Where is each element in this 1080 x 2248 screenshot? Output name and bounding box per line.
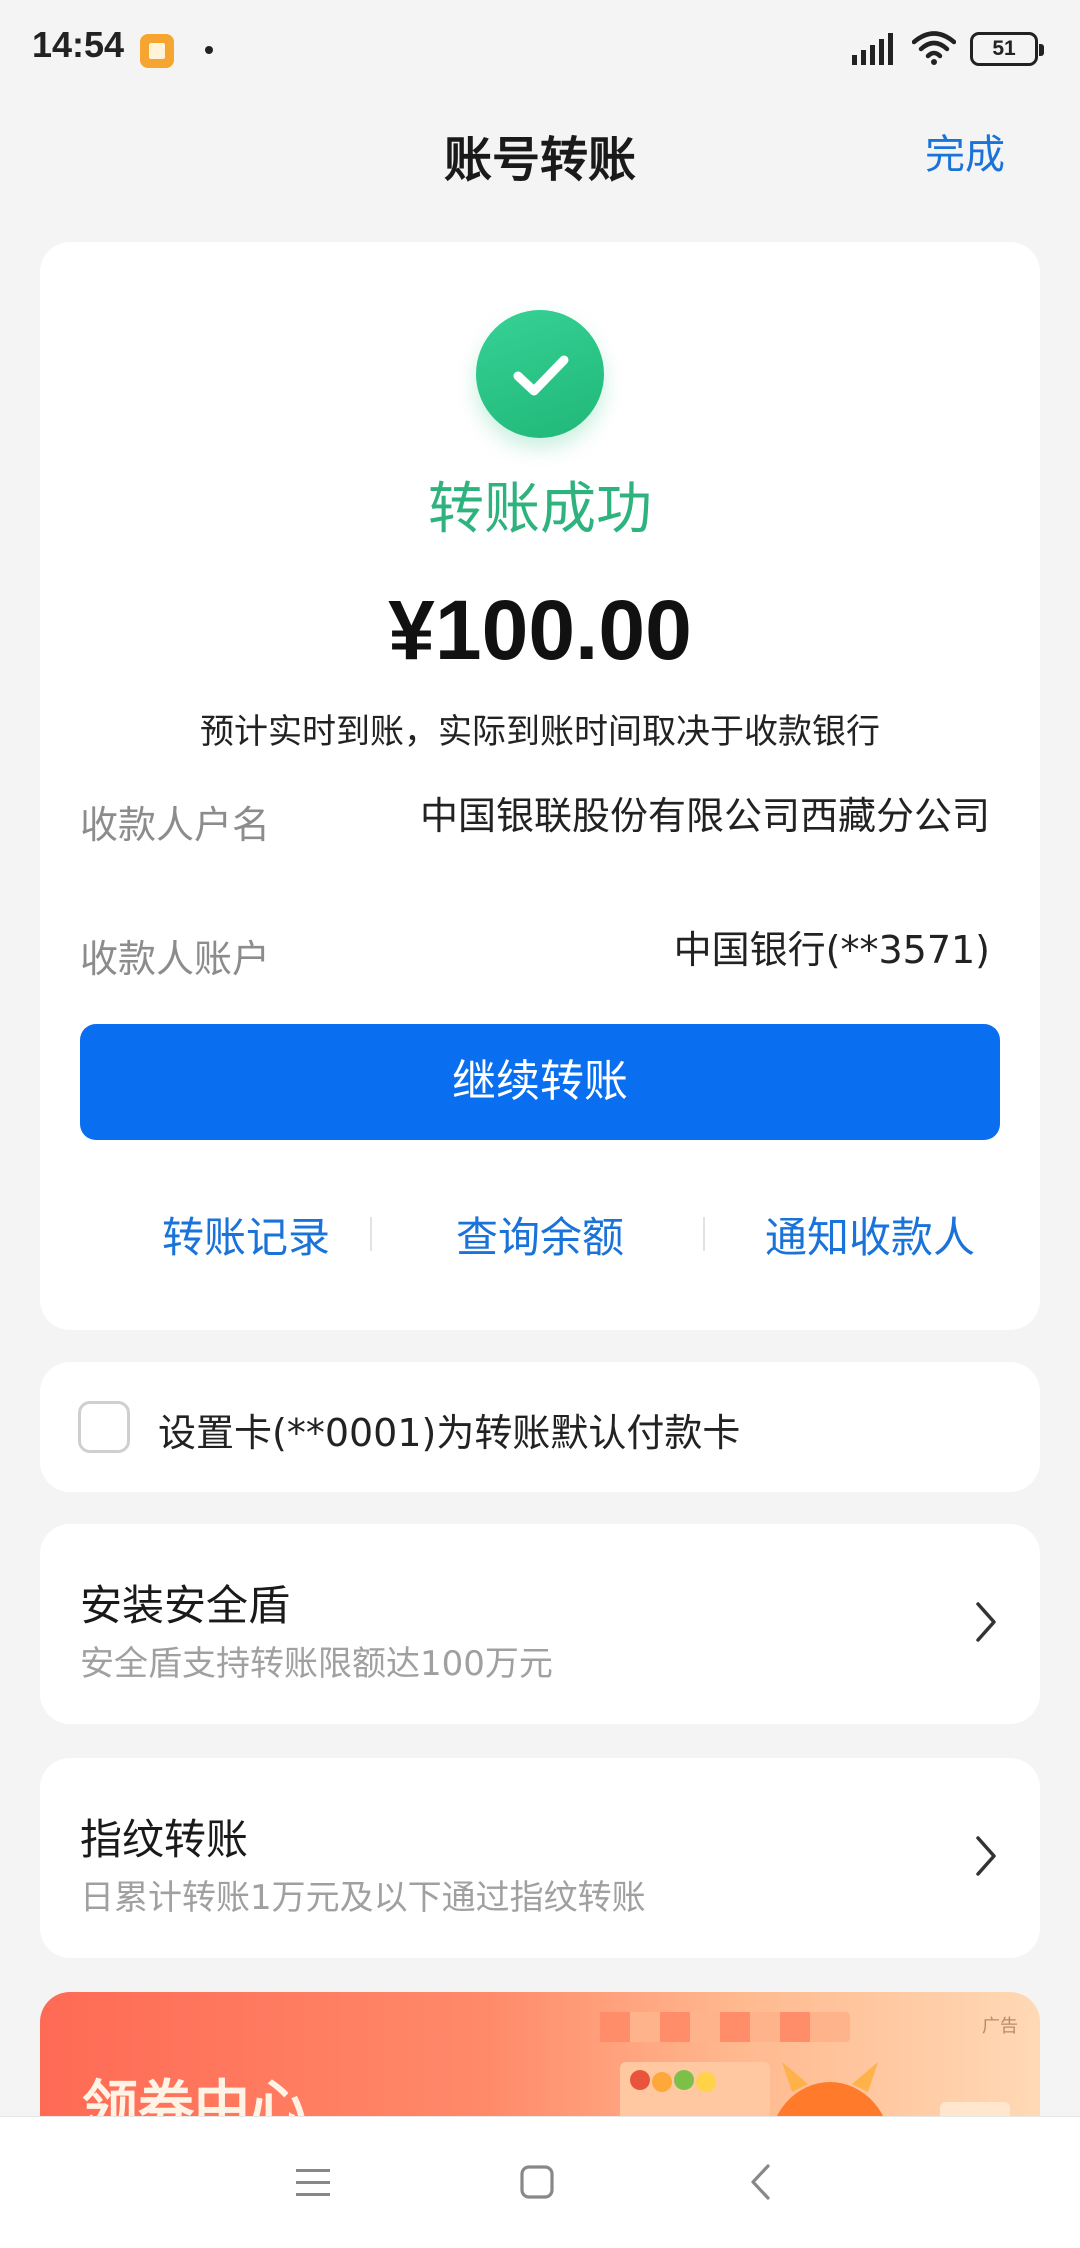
payee-name-value: 中国银联股份有限公司西藏分公司 [419,794,990,838]
status-time: 14:54 [32,24,125,65]
continue-transfer-button[interactable]: 继续转账 [80,1024,1000,1140]
transfer-amount: ¥100.00 [388,583,692,677]
feature-subtitle: 日累计转账1万元及以下通过指纹转账 [80,1878,646,1918]
home-icon[interactable] [520,2165,554,2199]
fingerprint-transfer-row[interactable]: 指纹转账 日累计转账1万元及以下通过指纹转账 [40,1758,1040,1958]
payee-name-label: 收款人户名 [80,803,271,847]
header: 账号转账 完成 [0,100,1080,200]
system-nav-bar [0,2116,1080,2248]
page-title: 账号转账 [443,132,636,188]
menu-icon[interactable] [296,2167,330,2199]
link-divider [370,1217,372,1251]
chevron-right-icon [976,1602,996,1642]
feature-title: 指纹转账 [80,1815,249,1864]
transfer-records-link[interactable]: 转账记录 [96,1204,396,1265]
success-status-text: 转账成功 [428,477,652,542]
install-security-shield-row[interactable]: 安装安全盾 安全盾支持转账限额达100万元 [40,1524,1040,1724]
transfer-result-card: 转账成功 ¥100.00 预计实时到账，实际到账时间取决于收款银行 收款人户名 … [40,242,1040,1330]
status-bar: 14:54 51 [0,0,1080,100]
notification-dot [205,46,213,54]
success-check-icon [476,310,604,438]
app-notification-icon [140,34,174,68]
default-card-text: 设置卡(**0001)为转账默认付款卡 [158,1411,741,1455]
default-card-option: 设置卡(**0001)为转账默认付款卡 [40,1362,1040,1492]
arrival-note: 预计实时到账，实际到账时间取决于收款银行 [200,712,880,752]
link-divider [703,1217,705,1251]
check-balance-link[interactable]: 查询余额 [390,1204,690,1265]
battery-level: 51 [992,37,1016,60]
payee-account-label: 收款人账户 [80,937,271,981]
wifi-icon [912,31,956,65]
chevron-right-icon [976,1836,996,1876]
done-button[interactable]: 完成 [925,122,1005,180]
feature-title: 安装安全盾 [80,1581,291,1630]
battery-icon: 51 [970,32,1044,66]
feature-subtitle: 安全盾支持转账限额达100万元 [80,1644,553,1684]
notify-payee-link[interactable]: 通知收款人 [720,1204,1020,1265]
default-card-checkbox[interactable] [78,1401,130,1453]
payee-account-value: 中国银行(**3571) [673,928,990,972]
signal-icon [852,33,893,65]
back-icon[interactable] [748,2163,772,2201]
